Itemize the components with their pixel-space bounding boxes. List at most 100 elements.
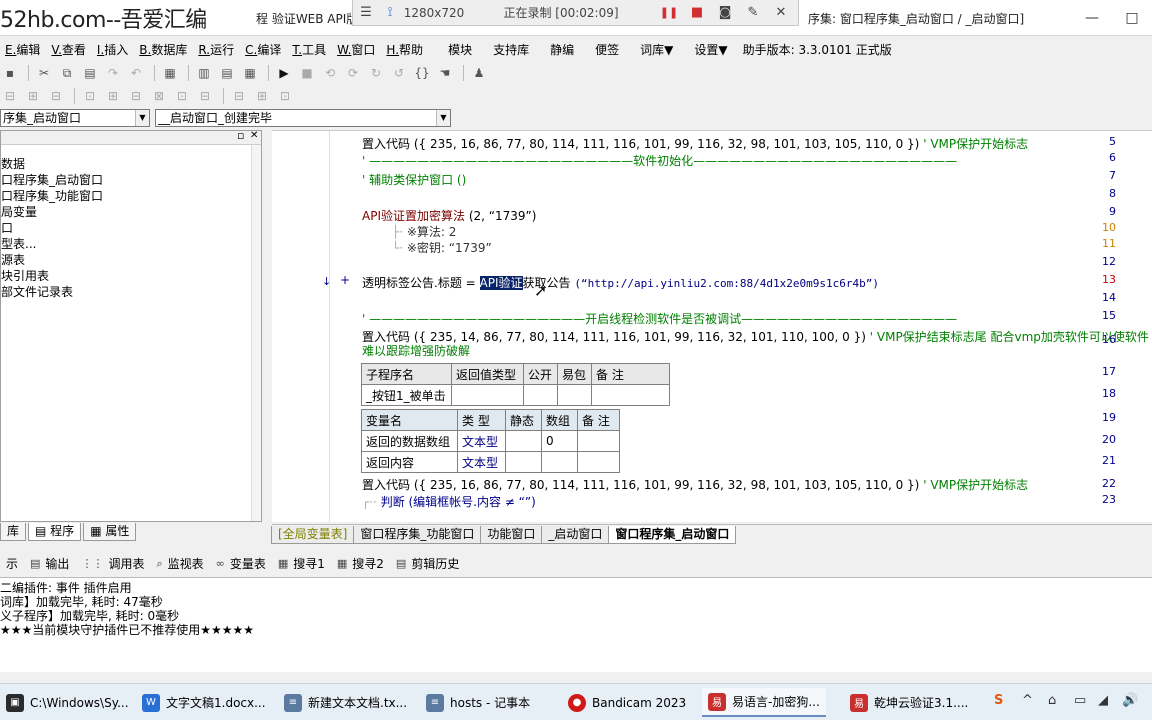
tab-global-vars[interactable]: [全局变量表] bbox=[271, 526, 355, 544]
recorder-menu-icon[interactable]: ☰ bbox=[353, 1, 379, 25]
menu-edit[interactable]: E.编辑 bbox=[0, 41, 46, 58]
users-icon[interactable]: ♟ bbox=[469, 64, 489, 82]
tree-item-global-vars[interactable]: 局变量 bbox=[1, 205, 37, 220]
tab-search1[interactable]: ▦ 搜寻1 bbox=[272, 554, 331, 574]
sogou-icon[interactable]: S bbox=[994, 693, 1003, 708]
var-cell-static[interactable] bbox=[505, 430, 542, 452]
align-top-icon[interactable]: ⊡ bbox=[80, 87, 100, 105]
same-width-icon[interactable]: ⊠ bbox=[149, 87, 169, 105]
tab-startup-assembly[interactable]: 窗口程序集_启动窗口 bbox=[608, 526, 737, 544]
stop-icon[interactable]: ■ bbox=[683, 1, 711, 25]
tree-item-external-files[interactable]: 部文件记录表 bbox=[1, 285, 73, 300]
code-line[interactable]: 透明标签公告.标题 = API验证获取公告 (“http://api.yinli… bbox=[362, 274, 879, 291]
undo-icon[interactable]: ↶ bbox=[126, 64, 146, 82]
var-cell-name[interactable]: 返回的数据数组 bbox=[361, 430, 458, 452]
code-line[interactable]: ┌·· 判断 (编辑框帐号.内容 ≠ “”) bbox=[362, 493, 536, 510]
var-cell-note[interactable] bbox=[577, 430, 620, 452]
tab-library[interactable]: 库 bbox=[0, 523, 27, 541]
menu-static-compile[interactable]: 静编 bbox=[545, 41, 580, 58]
tree-item-module-refs[interactable]: 块引用表 bbox=[1, 269, 49, 284]
pen-icon[interactable]: ✎ bbox=[739, 1, 767, 25]
find-icon[interactable]: ▦ bbox=[160, 64, 180, 82]
layout-icon-2[interactable]: ▤ bbox=[217, 64, 237, 82]
tree-scrollbar[interactable] bbox=[251, 145, 261, 521]
var-cell-array[interactable]: 0 bbox=[541, 430, 578, 452]
tab-output[interactable]: ▤ 输出 bbox=[24, 554, 75, 574]
assembly-select[interactable]: 序集_启动窗口 ▼ bbox=[0, 109, 150, 127]
pause-icon[interactable]: ❚❚ bbox=[655, 1, 683, 25]
code-line[interactable]: 置入代码 ({ 235, 16, 86, 77, 80, 114, 111, 1… bbox=[362, 135, 1028, 152]
tab-function-window[interactable]: 功能窗口 bbox=[480, 526, 543, 544]
subroutine-select[interactable]: __启动窗口_创建完毕 ▼ bbox=[155, 109, 451, 127]
table-row[interactable]: 返回的数据数组 文本型 0 bbox=[361, 430, 620, 452]
sub-cell-public[interactable] bbox=[523, 384, 558, 406]
tab-program[interactable]: ▤ 程序 bbox=[28, 523, 82, 541]
menu-help[interactable]: H.帮助 bbox=[381, 41, 429, 58]
align-right-icon[interactable]: ⊟ bbox=[46, 87, 66, 105]
code-line[interactable]: API验证置加密算法 (2, “1739”) bbox=[362, 207, 536, 224]
var-cell-type[interactable]: 文本型 bbox=[457, 451, 506, 473]
tree-item-types[interactable]: 型表... bbox=[1, 237, 36, 252]
maximize-button[interactable]: □ bbox=[1112, 0, 1152, 36]
taskbar-item-docx[interactable]: W 文字文稿1.docx... bbox=[136, 688, 272, 717]
cut-icon[interactable]: ✂ bbox=[34, 64, 54, 82]
menu-support-lib[interactable]: 支持库 bbox=[488, 41, 535, 58]
tree-item-resources[interactable]: 源表 bbox=[1, 253, 25, 268]
pin-icon[interactable]: ⟟ bbox=[379, 1, 401, 25]
align-left-icon[interactable]: ⊟ bbox=[0, 87, 20, 105]
minimize-button[interactable]: — bbox=[1072, 0, 1112, 36]
var-cell-array[interactable] bbox=[541, 451, 578, 473]
layout-icon-3[interactable]: ▦ bbox=[240, 64, 260, 82]
taskbar-item-eyuyan[interactable]: 易 易语言-加密狗... bbox=[702, 688, 826, 717]
sub-cell-easypack[interactable] bbox=[557, 384, 592, 406]
taskbar-item-qiankun[interactable]: 易 乾坤云验证3.1.... bbox=[844, 688, 974, 717]
code-comment-line[interactable]: ' ——————————————————开启线程检测软件是否被调试———————… bbox=[362, 310, 957, 327]
run-icon[interactable]: ▶ bbox=[274, 64, 294, 82]
tree-item-function-assembly[interactable]: 口程序集_功能窗口 bbox=[1, 189, 103, 204]
var-cell-note[interactable] bbox=[577, 451, 620, 473]
code-comment-line[interactable]: ' 辅助类保护窗口 () bbox=[362, 171, 466, 188]
copy-icon[interactable]: ⧉ bbox=[57, 64, 77, 82]
var-cell-static[interactable] bbox=[505, 451, 542, 473]
table-row[interactable]: 返回内容 文本型 bbox=[361, 451, 620, 473]
tree-item-windows[interactable]: 口 bbox=[1, 221, 13, 236]
taskbar-item-textfile[interactable]: ≡ 新建文本文档.tx... bbox=[278, 688, 413, 717]
tree-item-startup-assembly[interactable]: 口程序集_启动窗口 bbox=[1, 173, 103, 188]
step-icon-2[interactable]: ⟳ bbox=[343, 64, 363, 82]
menu-thesaurus[interactable]: 词库▼ bbox=[635, 41, 679, 58]
menu-module[interactable]: 模块 bbox=[443, 41, 478, 58]
menu-run[interactable]: R.运行 bbox=[193, 41, 240, 58]
vspace-icon[interactable]: ⊞ bbox=[252, 87, 272, 105]
menu-notes[interactable]: 便签 bbox=[590, 41, 625, 58]
var-cell-type[interactable]: 文本型 bbox=[457, 430, 506, 452]
tray-expand-icon[interactable]: ^ bbox=[1022, 693, 1033, 708]
paste-icon[interactable]: ▤ bbox=[80, 64, 100, 82]
menu-compile[interactable]: C.编译 bbox=[240, 41, 287, 58]
tab-call-stack[interactable]: ⋮⋮ 调用表 bbox=[75, 554, 150, 574]
menu-view[interactable]: V.查看 bbox=[46, 41, 92, 58]
step-icon-3[interactable]: ↻ bbox=[366, 64, 386, 82]
same-size-icon[interactable]: ⊟ bbox=[195, 87, 215, 105]
same-height-icon[interactable]: ⊡ bbox=[172, 87, 192, 105]
tab-startup-window[interactable]: _启动窗口 bbox=[541, 526, 610, 544]
sub-cell-note[interactable] bbox=[591, 384, 670, 406]
stop-run-icon[interactable]: ■ bbox=[297, 64, 317, 82]
recorder-close-icon[interactable]: ✕ bbox=[767, 1, 795, 25]
taskbar-item-hosts[interactable]: ≡ hosts - 记事本 bbox=[420, 688, 536, 717]
sub-cell-name[interactable]: _按钮1_被单击 bbox=[361, 384, 452, 406]
tab-search2[interactable]: ▦ 搜寻2 bbox=[331, 554, 390, 574]
code-comment-line[interactable]: ' ——————————————————————软件初始化———————————… bbox=[362, 152, 957, 169]
align-center-icon[interactable]: ⊞ bbox=[23, 87, 43, 105]
align-bottom-icon[interactable]: ⊟ bbox=[126, 87, 146, 105]
redo-icon[interactable]: ↷ bbox=[103, 64, 123, 82]
menu-tools[interactable]: T.工具 bbox=[287, 41, 332, 58]
menu-window[interactable]: W.窗口 bbox=[332, 41, 381, 58]
hand-icon[interactable]: ☚ bbox=[435, 64, 455, 82]
taskbar-item-bandicam[interactable]: ● Bandicam 2023 bbox=[562, 688, 692, 717]
menu-insert[interactable]: I.插入 bbox=[92, 41, 134, 58]
step-icon-4[interactable]: ↺ bbox=[389, 64, 409, 82]
save-icon[interactable]: ▪ bbox=[0, 64, 20, 82]
camera-icon[interactable]: ◙ bbox=[711, 1, 739, 25]
grid-icon[interactable]: ⊡ bbox=[275, 87, 295, 105]
tab-hint[interactable]: 示 bbox=[0, 554, 24, 574]
